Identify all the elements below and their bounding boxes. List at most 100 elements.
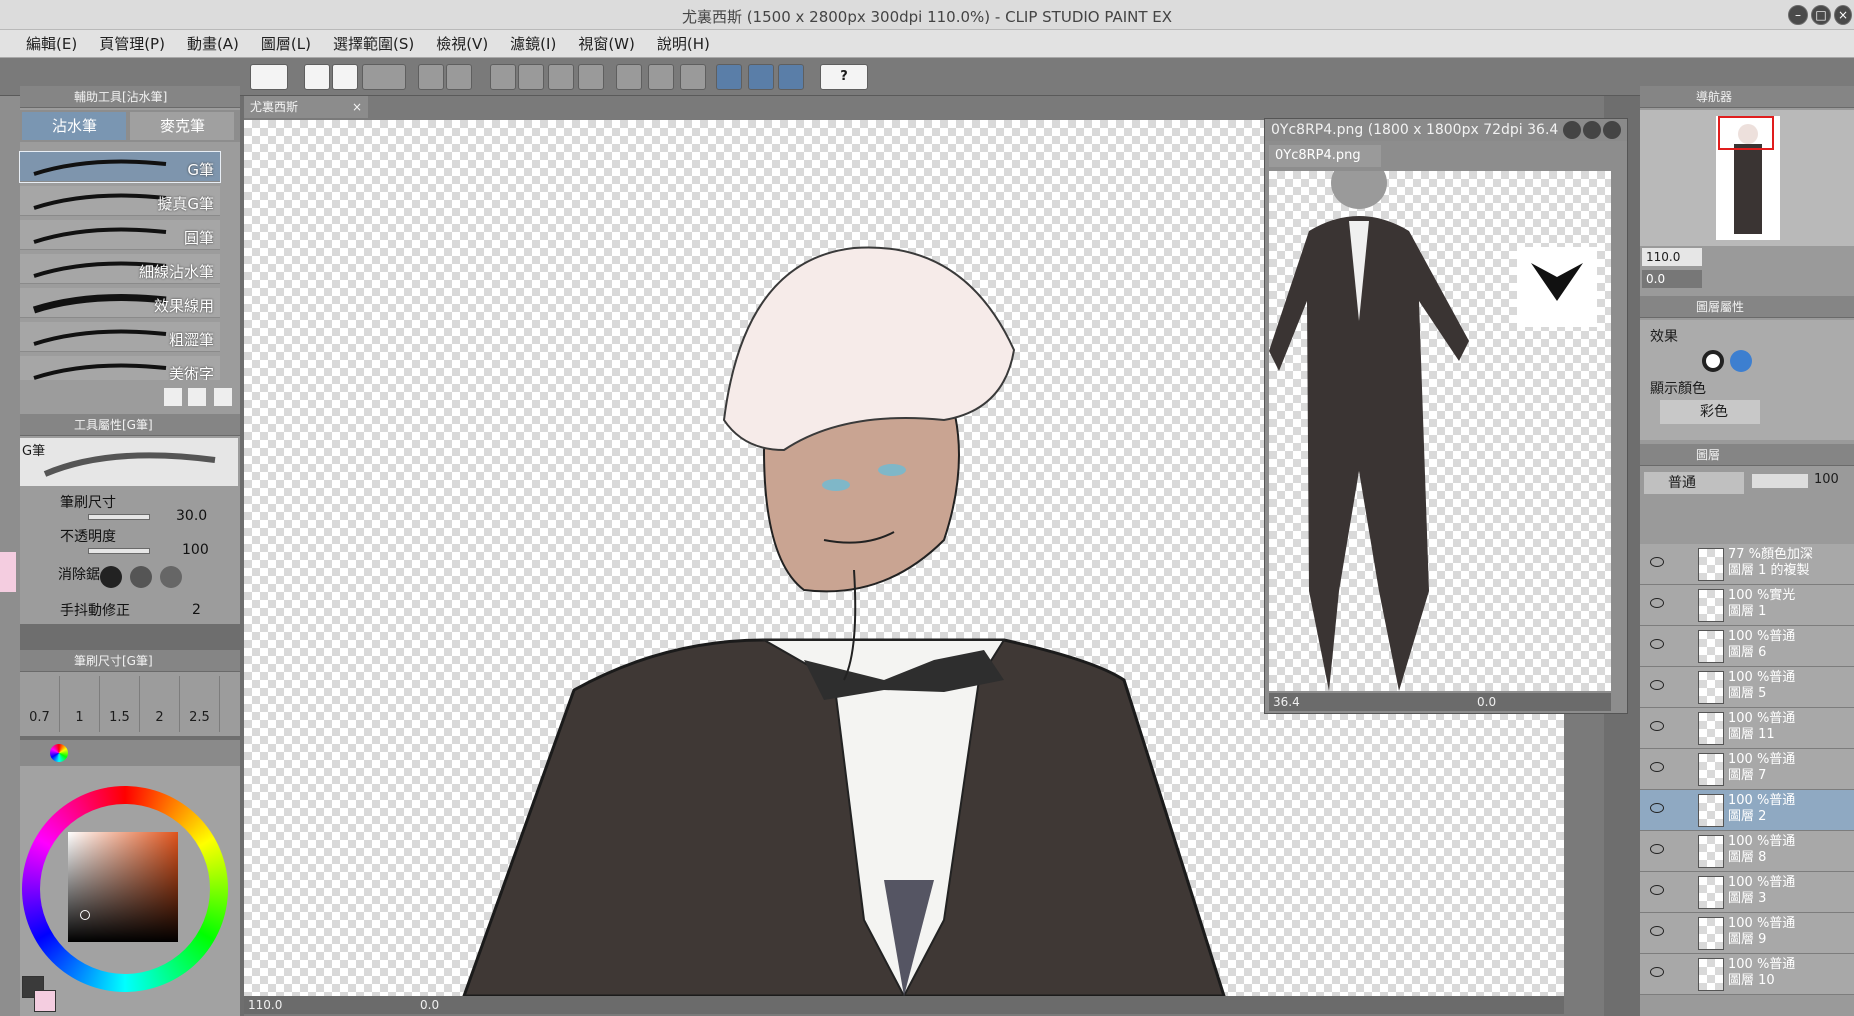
open-folder-icon[interactable] <box>332 64 358 90</box>
brush-item[interactable]: 細線沾水筆 <box>20 254 220 284</box>
visibility-eye-icon[interactable] <box>1650 844 1664 854</box>
grid-icon[interactable] <box>680 64 706 90</box>
ref-minimize-icon[interactable] <box>1563 121 1581 139</box>
clear-icon[interactable] <box>518 64 544 90</box>
layer-row[interactable]: 100 %普通 圖層 2 <box>1640 790 1854 831</box>
menu-selection[interactable]: 選擇範圍(S) <box>333 30 414 58</box>
undo-icon[interactable] <box>418 64 444 90</box>
blend-mode-select[interactable]: 普通 <box>1644 472 1744 494</box>
grid-snap-icon[interactable] <box>648 64 674 90</box>
ref-close-icon[interactable] <box>1603 121 1621 139</box>
layer-row[interactable]: 100 %普通 圖層 9 <box>1640 913 1854 954</box>
transform-icon[interactable] <box>578 64 604 90</box>
special-ruler-icon[interactable] <box>748 64 774 90</box>
visibility-eye-icon[interactable] <box>1650 639 1664 649</box>
menu-layer[interactable]: 圖層(L) <box>261 30 311 58</box>
menu-edit[interactable]: 編輯(E) <box>26 30 77 58</box>
reference-angle-value[interactable]: 0.0 <box>1477 693 1496 711</box>
layer-row[interactable]: 77 %顏色加深 圖層 1 的複製 <box>1640 544 1854 585</box>
visibility-eye-icon[interactable] <box>1650 926 1664 936</box>
layerprop-tab-label[interactable]: 圖層屬性 <box>1696 300 1744 314</box>
pen-pressure-icon[interactable] <box>778 64 804 90</box>
visibility-eye-icon[interactable] <box>1650 721 1664 731</box>
new-subtool-icon[interactable] <box>188 388 206 406</box>
menu-view[interactable]: 檢視(V) <box>436 30 488 58</box>
layer-row[interactable]: 100 %普通 圖層 5 <box>1640 667 1854 708</box>
brush-item[interactable]: 粗澀筆 <box>20 322 220 352</box>
size-slider[interactable] <box>88 514 150 520</box>
help-icon[interactable]: ? <box>820 64 868 90</box>
navigator-tab-label[interactable]: 導航器 <box>1696 90 1732 104</box>
redo-icon[interactable] <box>446 64 472 90</box>
layer-row[interactable]: 100 %普通 圖層 6 <box>1640 626 1854 667</box>
canvas-zoom-value[interactable]: 110.0 <box>248 996 282 1014</box>
color-picker-cursor[interactable] <box>80 910 90 920</box>
layer-row[interactable]: 100 %普通 圖層 10 <box>1640 954 1854 995</box>
size-preset[interactable]: 2 <box>140 676 180 732</box>
menu-help[interactable]: 說明(H) <box>657 30 710 58</box>
brush-item[interactable]: 擬真G筆 <box>20 186 220 216</box>
ref-maximize-icon[interactable] <box>1583 121 1601 139</box>
copy-subtool-icon[interactable] <box>164 388 182 406</box>
brush-item[interactable]: G筆 <box>19 151 221 183</box>
delete-subtool-icon[interactable] <box>214 388 232 406</box>
aa-mid-icon[interactable] <box>160 566 182 588</box>
fill-icon[interactable] <box>548 64 574 90</box>
navigator-zoom[interactable]: 110.0 <box>1642 248 1702 266</box>
tone-effect-icon[interactable] <box>1730 350 1752 372</box>
layer-row[interactable]: 100 %普通 圖層 11 <box>1640 708 1854 749</box>
layers-tab-label[interactable]: 圖層 <box>1696 448 1720 462</box>
reference-canvas[interactable] <box>1269 157 1611 691</box>
menu-animation[interactable]: 動畫(A) <box>187 30 239 58</box>
visibility-eye-icon[interactable] <box>1650 803 1664 813</box>
reference-tab[interactable]: 0Yc8RP4.png <box>1269 145 1381 167</box>
visibility-eye-icon[interactable] <box>1650 762 1664 772</box>
tab-close-icon[interactable]: × <box>352 96 362 118</box>
size-preset[interactable]: 1 <box>60 676 100 732</box>
tab-dip-pen[interactable]: 沾水筆 <box>22 112 126 140</box>
layer-row[interactable]: 100 %普通 圖層 3 <box>1640 872 1854 913</box>
visibility-eye-icon[interactable] <box>1650 598 1664 608</box>
border-effect-icon[interactable] <box>1702 350 1724 372</box>
navigator-preview[interactable] <box>1640 110 1854 246</box>
layer-row[interactable]: 100 %普通 圖層 7 <box>1640 749 1854 790</box>
snap-icon[interactable] <box>616 64 642 90</box>
document-tab[interactable]: 尤裏西斯 × <box>244 96 368 118</box>
antialias-selector[interactable] <box>100 564 200 592</box>
visibility-eye-icon[interactable] <box>1650 680 1664 690</box>
display-color-select[interactable]: 彩色 <box>1660 400 1760 424</box>
layer-opacity-slider[interactable] <box>1752 474 1808 488</box>
visibility-eye-icon[interactable] <box>1650 967 1664 977</box>
navigator-viewport-frame[interactable] <box>1718 116 1774 150</box>
close-button[interactable]: × <box>1834 5 1852 25</box>
size-preset[interactable]: 1.5 <box>100 676 140 732</box>
new-file-icon[interactable] <box>304 64 330 90</box>
save-icon[interactable] <box>362 64 406 90</box>
tab-marker[interactable]: 麥克筆 <box>130 112 234 140</box>
sub-color-swatch[interactable] <box>34 990 56 1012</box>
navigator-angle[interactable]: 0.0 <box>1642 270 1702 288</box>
ruler-snap-icon[interactable] <box>716 64 742 90</box>
saturation-square[interactable] <box>68 832 178 942</box>
brush-item[interactable]: 效果線用 <box>20 288 220 318</box>
size-preset[interactable]: 0.7 <box>20 676 60 732</box>
size-preset[interactable]: 2.5 <box>180 676 220 732</box>
maximize-button[interactable]: □ <box>1811 5 1831 25</box>
reference-zoom-value[interactable]: 36.4 <box>1273 693 1300 711</box>
layer-opacity-value[interactable]: 100 <box>1814 472 1839 487</box>
minimize-button[interactable]: – <box>1788 5 1808 25</box>
canvas-angle-value[interactable]: 0.0 <box>420 996 439 1014</box>
sub-color-chip[interactable] <box>0 552 16 592</box>
menu-window[interactable]: 視窗(W) <box>578 30 635 58</box>
layer-row[interactable]: 100 %實光 圖層 1 <box>1640 585 1854 626</box>
clip-studio-icon[interactable] <box>250 64 288 90</box>
deselect-icon[interactable] <box>490 64 516 90</box>
aa-none-icon[interactable] <box>100 566 122 588</box>
visibility-eye-icon[interactable] <box>1650 557 1664 567</box>
brush-item[interactable]: 圓筆 <box>20 220 220 250</box>
menu-page[interactable]: 頁管理(P) <box>99 30 165 58</box>
aa-weak-icon[interactable] <box>130 566 152 588</box>
menu-filter[interactable]: 濾鏡(I) <box>510 30 556 58</box>
color-wheel-tab-icon[interactable] <box>50 744 68 762</box>
visibility-eye-icon[interactable] <box>1650 885 1664 895</box>
